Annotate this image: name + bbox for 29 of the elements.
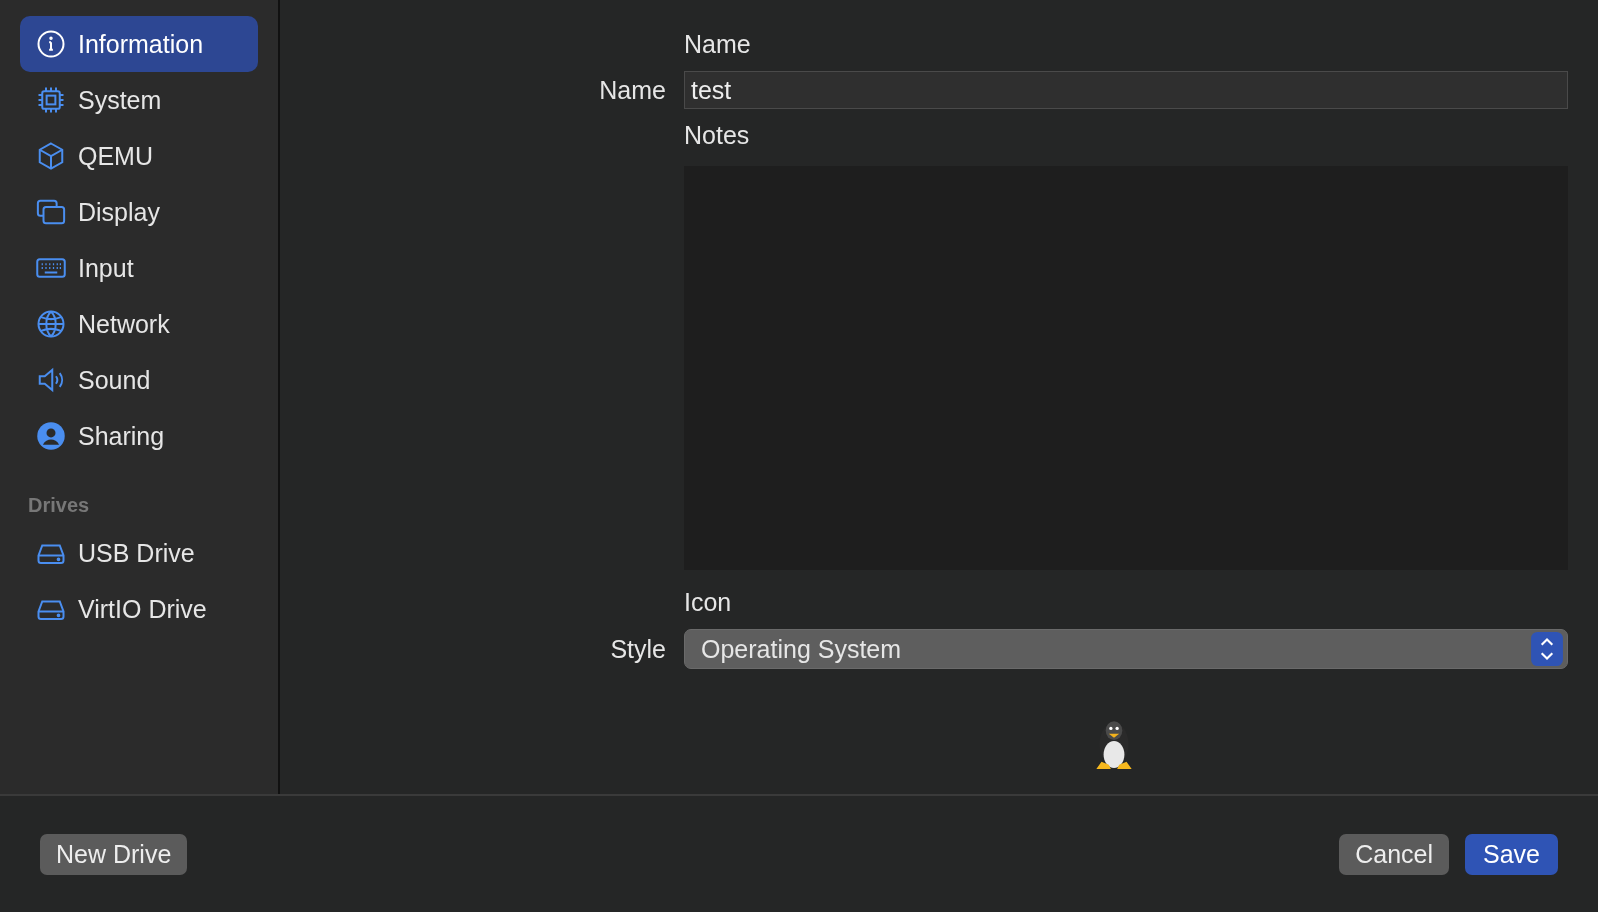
- field-label: Name: [598, 75, 666, 105]
- sidebar-item[interactable]: VirtIO Drive: [20, 581, 258, 637]
- sidebar-item[interactable]: Input: [20, 240, 258, 296]
- sidebar-item[interactable]: Display: [20, 184, 258, 240]
- name-field[interactable]: test: [684, 71, 1568, 109]
- cancel-button[interactable]: Cancel: [1339, 833, 1449, 875]
- person-icon: [36, 421, 66, 451]
- speaker-icon: [36, 365, 66, 395]
- sidebar-item[interactable]: Network: [20, 296, 258, 352]
- field-label: Style: [609, 634, 666, 664]
- sidebar-item[interactable]: System: [20, 72, 258, 128]
- sidebar-item[interactable]: Sound: [20, 352, 258, 408]
- windows-icon: [36, 197, 66, 227]
- section-heading: Drives: [27, 493, 91, 518]
- chip-icon: [36, 85, 66, 115]
- cube-icon: [36, 141, 66, 171]
- sidebar-item[interactable]: Sharing: [20, 408, 258, 464]
- section-title: Name: [684, 29, 751, 60]
- new-drive-button[interactable]: New Drive: [40, 833, 188, 875]
- sidebar-item[interactable]: QEMU: [20, 128, 258, 184]
- sidebar-item[interactable]: Information: [20, 16, 258, 72]
- section-title: Icon: [684, 587, 732, 618]
- save-button[interactable]: Save: [1465, 833, 1558, 875]
- globe-icon: [36, 309, 66, 339]
- style-dropdown[interactable]: Operating System: [684, 629, 1568, 669]
- info-icon: [36, 29, 66, 59]
- section-title: Notes: [684, 120, 750, 151]
- sidebar-item[interactable]: USB Drive: [20, 525, 258, 581]
- chevron-updown-icon: [1531, 632, 1563, 666]
